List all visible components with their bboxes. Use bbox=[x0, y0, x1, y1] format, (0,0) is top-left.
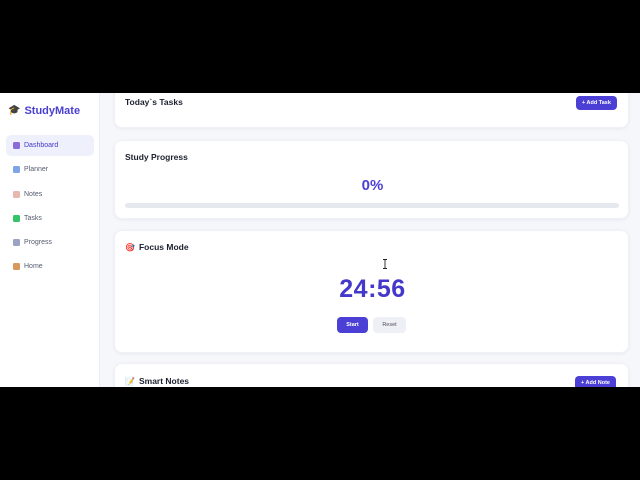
memo-icon bbox=[13, 190, 20, 198]
sidebar-item-label: Home bbox=[24, 263, 43, 271]
start-button[interactable]: Start bbox=[337, 317, 368, 333]
notes-title-row: 📝 Smart Notes bbox=[125, 376, 189, 386]
chart-icon bbox=[13, 142, 20, 149]
brand[interactable]: 🎓 StudyMate bbox=[8, 104, 80, 118]
app-viewport: 🎓 StudyMate Dashboard Planner Notes Task… bbox=[0, 93, 640, 387]
trend-icon bbox=[13, 239, 20, 247]
add-note-button[interactable]: + Add Note bbox=[575, 376, 616, 387]
graduation-cap-icon: 🎓 bbox=[8, 105, 21, 116]
add-task-button[interactable]: + Add Task bbox=[576, 96, 617, 110]
sidebar-item-label: Notes bbox=[24, 190, 43, 198]
tasks-title: Today`s Tasks bbox=[125, 97, 183, 107]
focus-card: 🎯 Focus Mode 24:56 Start Reset bbox=[114, 230, 629, 353]
target-icon: 🎯 bbox=[125, 242, 135, 252]
sidebar-item-label: Planner bbox=[24, 166, 49, 174]
house-icon bbox=[13, 263, 20, 271]
sidebar-item-dashboard[interactable]: Dashboard bbox=[6, 135, 94, 156]
sidebar-nav: Dashboard Planner Notes Tasks Progress H… bbox=[6, 135, 94, 281]
tasks-card: Today`s Tasks + Add Task bbox=[114, 93, 629, 128]
focus-timer: 24:56 bbox=[339, 275, 406, 303]
sidebar-item-label: Dashboard bbox=[24, 142, 59, 149]
sidebar-item-planner[interactable]: Planner bbox=[6, 159, 94, 180]
memo-icon: 📝 bbox=[125, 376, 135, 386]
checkbox-icon bbox=[13, 214, 20, 222]
calendar-icon bbox=[13, 166, 20, 174]
sidebar-item-tasks[interactable]: Tasks bbox=[6, 208, 94, 229]
progress-percent: 0% bbox=[361, 177, 384, 194]
notes-card: 📝 Smart Notes + Add Note bbox=[114, 363, 629, 387]
sidebar: 🎓 StudyMate Dashboard Planner Notes Task… bbox=[0, 93, 100, 387]
focus-title-row: 🎯 Focus Mode bbox=[125, 242, 189, 252]
sidebar-item-progress[interactable]: Progress bbox=[6, 232, 94, 253]
sidebar-item-label: Tasks bbox=[24, 214, 42, 222]
notes-title: Smart Notes bbox=[138, 376, 190, 386]
progress-title: Study Progress bbox=[125, 152, 188, 162]
focus-title: Focus Mode bbox=[138, 242, 189, 252]
sidebar-item-label: Progress bbox=[24, 239, 53, 247]
sidebar-item-notes[interactable]: Notes bbox=[6, 184, 94, 205]
text-cursor-icon bbox=[383, 259, 387, 269]
sidebar-item-home[interactable]: Home bbox=[6, 256, 94, 277]
reset-button[interactable]: Reset bbox=[373, 317, 406, 333]
progress-bar bbox=[125, 203, 619, 208]
progress-card: Study Progress 0% bbox=[114, 140, 629, 219]
brand-name: StudyMate bbox=[24, 105, 81, 117]
